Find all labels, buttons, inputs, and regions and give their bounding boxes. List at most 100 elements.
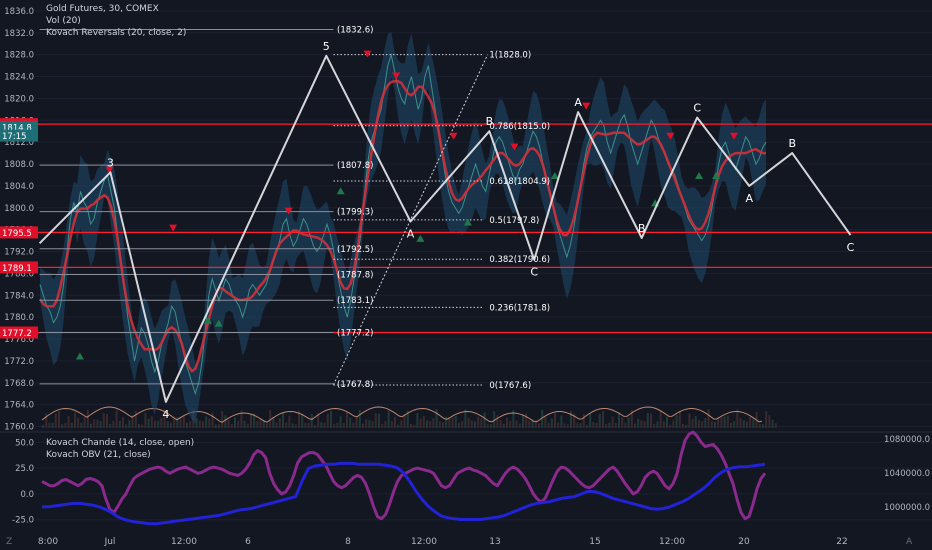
volume-bar xyxy=(739,418,742,428)
volume-bar xyxy=(352,422,355,428)
price-axis-tick: 1800.0 xyxy=(4,204,34,214)
time-axis-tick: 13 xyxy=(489,537,500,547)
volume-bar xyxy=(608,422,611,428)
volume-bar xyxy=(710,421,713,428)
projection-level-label: (1807.8) xyxy=(337,161,373,171)
volume-bar xyxy=(320,422,323,428)
volume-bar xyxy=(627,417,630,428)
price-axis-tick: 1832.0 xyxy=(4,29,34,39)
projection-level-label: (1783.1) xyxy=(337,296,373,306)
volume-bar xyxy=(691,418,694,428)
zoom-icon: Z xyxy=(6,537,12,547)
volume-bar xyxy=(122,417,124,428)
volume-bar xyxy=(730,423,732,428)
volume-bar xyxy=(483,412,486,428)
volume-bar xyxy=(643,421,646,428)
volume-bar xyxy=(237,420,240,428)
volume-bar xyxy=(538,423,540,428)
volume-bar xyxy=(470,420,473,428)
volume-bar xyxy=(378,413,380,428)
volume-bar xyxy=(141,424,144,428)
volume-bar xyxy=(678,410,681,428)
volume-bar xyxy=(557,422,560,428)
volume-bar xyxy=(301,413,304,428)
volume-bar xyxy=(416,413,419,428)
volume-bar xyxy=(96,419,99,428)
volume-bar xyxy=(634,423,636,428)
kovach-chande-label[interactable]: Kovach Chande (14, close, open) xyxy=(46,438,194,449)
volume-bar xyxy=(294,424,297,428)
volume-bar xyxy=(502,423,505,428)
volume-bar xyxy=(77,418,80,428)
volume-bar xyxy=(765,411,768,428)
volume-bar xyxy=(90,423,92,428)
volume-bar xyxy=(339,416,342,428)
volume-bar xyxy=(291,423,294,428)
volume-bar xyxy=(259,419,262,428)
volume-bar xyxy=(589,413,592,428)
wave-label: 4 xyxy=(162,408,169,421)
volume-bar xyxy=(230,424,233,428)
price-chart[interactable]: 1(1828.0) 0.786(1815.0) 0.618(1804.9) 0.5(1… xyxy=(0,0,932,550)
sub-right-axis-tick: 1040000.0 xyxy=(884,469,930,479)
volume-bar xyxy=(138,424,140,428)
volume-bar xyxy=(285,422,288,428)
volume-bar xyxy=(102,413,105,428)
fib-level-label: 1(1828.0) xyxy=(489,51,531,61)
volume-bar xyxy=(486,424,489,428)
volume-bar xyxy=(646,413,649,428)
volume-bar xyxy=(422,416,425,428)
volume-bar xyxy=(698,420,700,428)
volume-bar xyxy=(592,422,595,428)
volume-bar xyxy=(182,416,185,428)
volume-bar xyxy=(326,413,329,428)
chart-window: 1(1828.0) 0.786(1815.0) 0.618(1804.9) 0.5(1… xyxy=(0,0,932,550)
wave-label: 5 xyxy=(323,40,330,53)
wave-label: A xyxy=(745,192,753,205)
auto-scale-icon: A xyxy=(906,537,913,547)
volume-bar xyxy=(554,412,556,428)
volume-bar xyxy=(349,417,352,428)
volume-bar xyxy=(467,418,470,428)
volume-bar xyxy=(490,424,492,428)
kovach-reversals-label[interactable]: Kovach Reversals (20, close, 2) xyxy=(46,28,186,39)
price-axis-tick: 1764.0 xyxy=(4,401,34,411)
volume-bar xyxy=(381,423,384,428)
price-axis-tick: 1804.0 xyxy=(4,182,34,192)
volume-bar xyxy=(368,420,371,428)
time-axis-tick: 12:00 xyxy=(171,537,197,547)
price-axis-tick: 1828.0 xyxy=(4,51,34,61)
volume-bar xyxy=(189,421,192,428)
sub-right-axis-tick: 1080000.0 xyxy=(884,435,930,445)
volume-bar xyxy=(208,418,211,428)
volume-bar xyxy=(400,420,403,428)
wave-label: A xyxy=(407,227,415,240)
time-axis-tick: 22 xyxy=(836,537,847,547)
volume-bar xyxy=(118,421,121,428)
volume-bar xyxy=(86,410,89,428)
time-axis-tick: 8:00 xyxy=(38,537,58,547)
volume-bar xyxy=(282,412,284,428)
time-axis-tick: 12:00 xyxy=(411,537,437,547)
volume-bar xyxy=(371,421,374,428)
volume-bar xyxy=(362,423,364,428)
volume-bar xyxy=(758,424,761,428)
volume-indicator-label[interactable]: Vol (20) xyxy=(46,16,81,27)
price-axis-tick: 1820.0 xyxy=(4,94,34,104)
kovach-obv-label[interactable]: Kovach OBV (21, close) xyxy=(46,450,151,461)
projection-level-label: (1792.5) xyxy=(337,245,373,255)
volume-bar xyxy=(64,423,67,428)
projection-level-label: (1799.3) xyxy=(337,208,373,218)
sub-left-axis-tick: 25.0 xyxy=(15,464,34,474)
volume-bar xyxy=(669,424,672,428)
volume-bar xyxy=(413,424,416,428)
volume-bar xyxy=(726,415,729,428)
volume-bar xyxy=(186,422,188,428)
symbol-title[interactable]: Gold Futures, 30, COMEX xyxy=(46,4,159,15)
wave-label: B xyxy=(788,137,796,150)
volume-bar xyxy=(640,420,643,428)
wave-label: A xyxy=(574,96,582,109)
volume-bar xyxy=(221,410,224,428)
wave-label: C xyxy=(530,266,538,279)
volume-bar xyxy=(432,418,435,428)
